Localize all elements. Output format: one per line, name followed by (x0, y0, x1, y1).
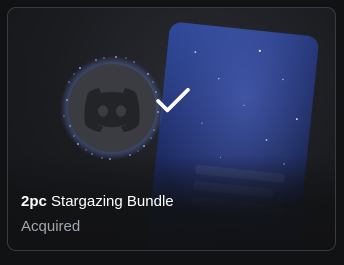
page: 2pc Stargazing Bundle Acquired (0, 0, 344, 265)
bundle-name: Stargazing Bundle (51, 193, 174, 210)
bundle-title: 2pc Stargazing Bundle (21, 192, 322, 211)
checkmark-icon (156, 87, 190, 113)
discord-logo-icon (84, 88, 140, 132)
bundle-card[interactable]: 2pc Stargazing Bundle Acquired (7, 7, 336, 251)
bundle-info: 2pc Stargazing Bundle Acquired (21, 192, 322, 236)
bundle-quantity: 2pc (21, 193, 47, 210)
status-label: Acquired (21, 218, 81, 235)
